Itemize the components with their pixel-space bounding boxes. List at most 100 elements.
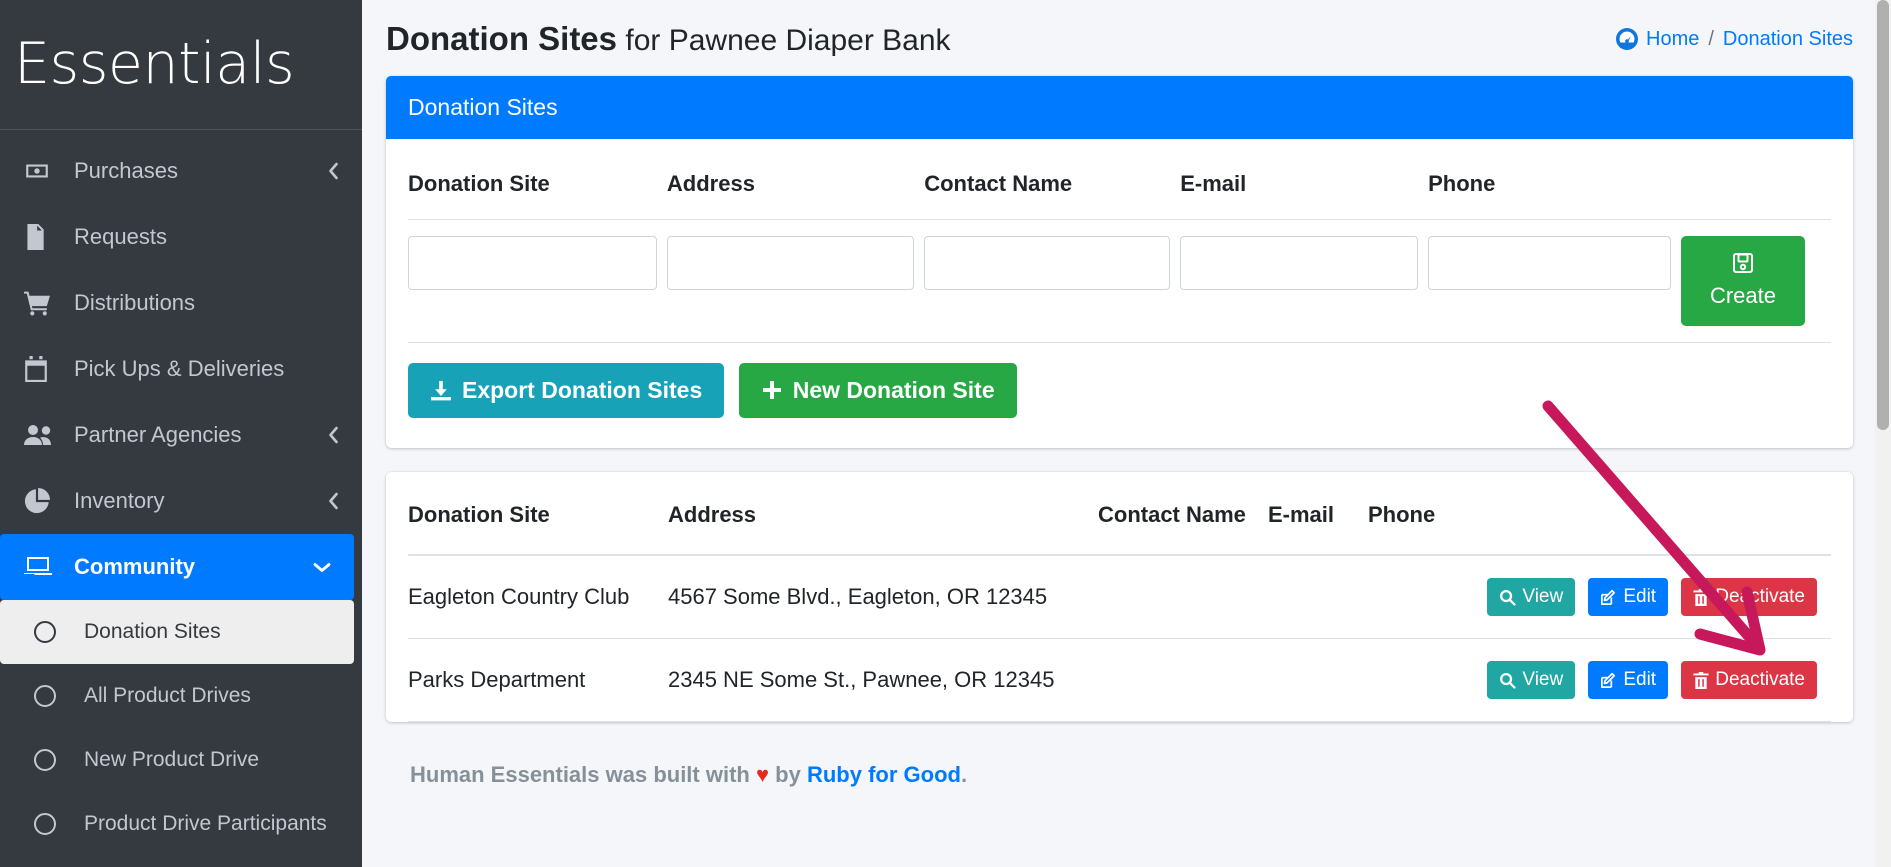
contact-name-input[interactable] xyxy=(924,236,1171,290)
footer-suffix: . xyxy=(960,762,968,787)
sidebar-item-requests[interactable]: Requests xyxy=(0,204,362,270)
sidebar-item-community[interactable]: Community xyxy=(0,534,354,600)
cell-site: Parks Department xyxy=(408,638,668,722)
col-actions xyxy=(1478,476,1831,556)
view-button[interactable]: View xyxy=(1487,578,1576,616)
cell-address: 4567 Some Blvd., Eagleton, OR 12345 xyxy=(668,555,1098,639)
cell-create-button: Create xyxy=(1681,219,1831,343)
cell-email-input xyxy=(1180,219,1429,343)
circle-icon xyxy=(34,813,70,835)
cell-contact-name-input xyxy=(924,219,1181,343)
page-title-sub: for Pawnee Diaper Bank xyxy=(617,24,951,57)
search-icon xyxy=(1499,672,1516,689)
page-container: Donation Sites Donation Site Address Con… xyxy=(362,76,1891,788)
chevron-left-icon xyxy=(327,425,340,445)
chevron-left-icon xyxy=(327,491,340,511)
sidebar-item-label: Inventory xyxy=(74,488,165,513)
app-root: Essentials Purchases Requests Distributi… xyxy=(0,0,1891,867)
cell-contact-name xyxy=(1098,555,1268,639)
col-phone: Phone xyxy=(1368,476,1478,556)
scrollbar-thumb[interactable] xyxy=(1877,0,1889,430)
save-icon xyxy=(1731,251,1755,275)
pencil-square-icon xyxy=(1600,589,1617,606)
shopping-cart-icon xyxy=(24,290,60,316)
form-col-email: E-mail xyxy=(1180,149,1429,220)
trash-icon xyxy=(1693,671,1709,689)
circle-icon xyxy=(34,685,70,707)
view-button-label: View xyxy=(1522,586,1564,607)
sidebar-item-purchases[interactable]: Purchases xyxy=(0,138,362,204)
col-email: E-mail xyxy=(1268,476,1368,556)
sidebar-subitem-label: Product Drive Participants xyxy=(84,812,327,835)
cell-email xyxy=(1268,638,1368,722)
export-donation-sites-button[interactable]: Export Donation Sites xyxy=(408,363,725,418)
sidebar-item-inventory[interactable]: Inventory xyxy=(0,468,362,534)
cell-phone xyxy=(1368,638,1478,722)
sidebar-item-product-drive-participants[interactable]: Product Drive Participants xyxy=(0,792,362,856)
deactivate-button[interactable]: Deactivate xyxy=(1681,661,1817,699)
sidebar-nav: Purchases Requests Distributions Pick Up… xyxy=(0,130,362,856)
sidebar-item-label: Community xyxy=(74,554,195,579)
sidebar-subitem-label: Donation Sites xyxy=(84,620,221,643)
sidebar-item-pickups-deliveries[interactable]: Pick Ups & Deliveries xyxy=(0,336,362,402)
table-card-body: Donation Site Address Contact Name E-mai… xyxy=(386,472,1853,722)
form-header-row: Donation Site Address Contact Name E-mai… xyxy=(408,149,1831,220)
phone-input[interactable] xyxy=(1428,236,1671,290)
sidebar-item-distributions[interactable]: Distributions xyxy=(0,270,362,336)
donation-site-input[interactable] xyxy=(408,236,657,290)
sidebar-item-label: Distributions xyxy=(74,290,196,315)
table-header-row: Donation Site Address Contact Name E-mai… xyxy=(408,476,1831,556)
breadcrumb-current[interactable]: Donation Sites xyxy=(1723,28,1853,51)
sidebar-item-label: Pick Ups & Deliveries xyxy=(74,356,285,381)
trash-icon xyxy=(1693,588,1709,606)
form-card-body: Donation Site Address Contact Name E-mai… xyxy=(386,139,1853,448)
create-button[interactable]: Create xyxy=(1681,236,1805,326)
brand-logo[interactable]: Essentials xyxy=(0,0,362,130)
chevron-down-icon xyxy=(312,560,332,574)
form-col-phone: Phone xyxy=(1428,149,1681,220)
circle-icon xyxy=(34,749,70,771)
sidebar-subitem-label: New Product Drive xyxy=(84,748,260,771)
laptop-icon xyxy=(24,555,60,579)
sidebar-item-label: Purchases xyxy=(74,158,178,183)
breadcrumb-home-link[interactable]: Home xyxy=(1646,28,1699,51)
dashboard-icon xyxy=(1615,27,1639,51)
col-donation-site: Donation Site xyxy=(408,476,668,556)
plus-icon xyxy=(761,380,783,402)
col-address: Address xyxy=(668,476,1098,556)
sidebar-item-donation-sites[interactable]: Donation Sites xyxy=(0,600,354,664)
email-input[interactable] xyxy=(1180,236,1419,290)
cell-phone-input xyxy=(1428,219,1681,343)
donation-sites-table-card: Donation Site Address Contact Name E-mai… xyxy=(386,472,1853,722)
footer-middle: by xyxy=(775,762,801,787)
form-input-row: Create xyxy=(408,219,1831,343)
content-header: Donation Sites for Pawnee Diaper Bank Ho… xyxy=(362,0,1891,76)
breadcrumb-separator: / xyxy=(1708,27,1714,50)
main-content: Donation Sites for Pawnee Diaper Bank Ho… xyxy=(362,0,1891,867)
edit-button[interactable]: Edit xyxy=(1588,661,1669,699)
sidebar-item-all-product-drives[interactable]: All Product Drives xyxy=(0,664,362,728)
donation-sites-form-card: Donation Sites Donation Site Address Con… xyxy=(386,76,1853,448)
edit-button[interactable]: Edit xyxy=(1588,578,1669,616)
view-button[interactable]: View xyxy=(1487,661,1576,699)
cell-address-input xyxy=(666,219,925,343)
money-bill-icon xyxy=(24,158,60,184)
pencil-square-icon xyxy=(1600,672,1617,689)
form-card-title: Donation Sites xyxy=(386,76,1853,139)
cell-actions: View Edit Deactivate xyxy=(1478,555,1831,639)
edit-button-label: Edit xyxy=(1623,586,1657,607)
sidebar-item-partner-agencies[interactable]: Partner Agencies xyxy=(0,402,362,468)
new-donation-site-button[interactable]: New Donation Site xyxy=(738,363,1017,418)
page-title: Donation Sites for Pawnee Diaper Bank xyxy=(386,20,951,58)
window-scrollbar[interactable] xyxy=(1875,0,1891,867)
table-row: Parks Department 2345 NE Some St., Pawne… xyxy=(408,638,1831,722)
address-input[interactable] xyxy=(666,236,915,290)
deactivate-button[interactable]: Deactivate xyxy=(1681,578,1817,616)
form-col-actions xyxy=(1681,149,1831,220)
col-contact-name: Contact Name xyxy=(1098,476,1268,556)
ruby-for-good-link[interactable]: Ruby for Good xyxy=(807,762,961,787)
calendar-icon xyxy=(24,356,60,382)
sidebar-item-new-product-drive[interactable]: New Product Drive xyxy=(0,728,362,792)
cell-email xyxy=(1268,555,1368,639)
footer-prefix: Human Essentials was built with xyxy=(410,762,750,787)
